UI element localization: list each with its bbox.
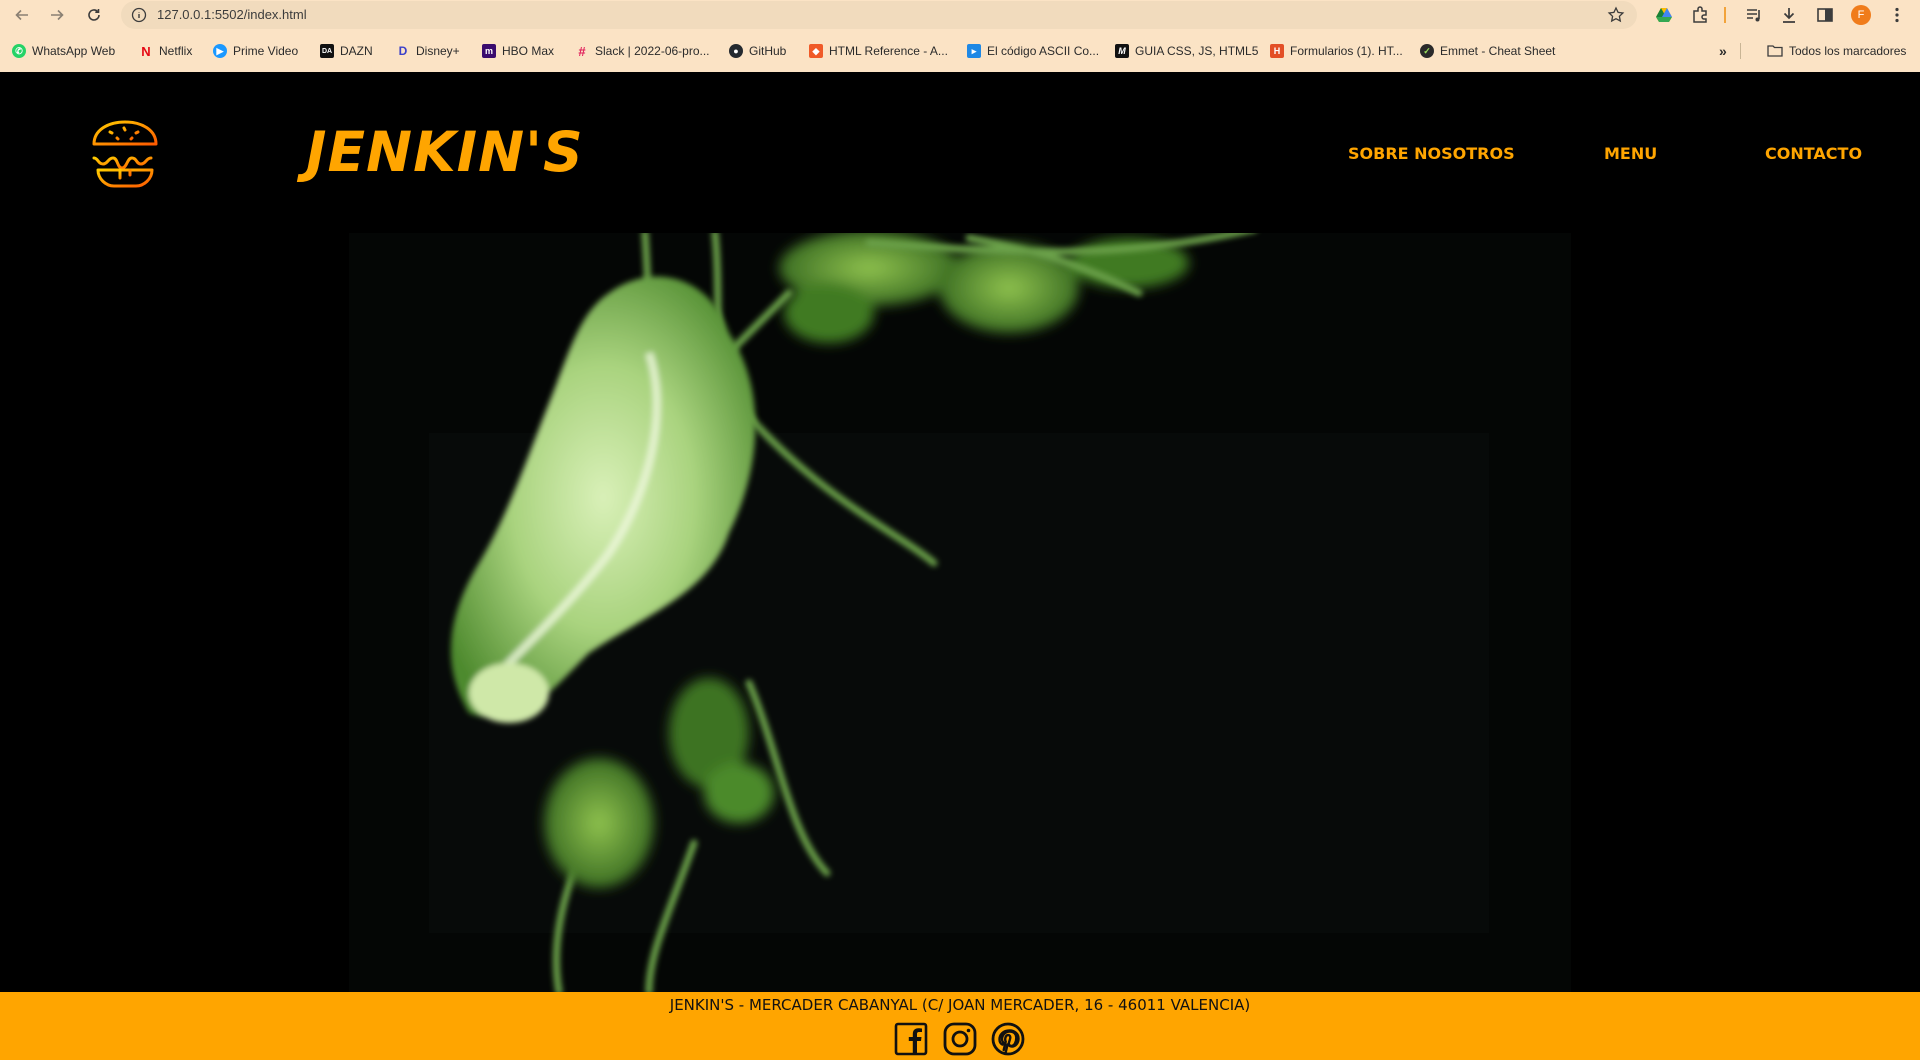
kebab-menu-icon (1895, 7, 1899, 23)
bookmark-label: Disney+ (416, 44, 460, 58)
toolbar-separator (1724, 7, 1726, 23)
guia-icon: M (1115, 44, 1129, 58)
more-bookmarks-button[interactable]: » (1719, 42, 1727, 60)
bookmark-guia[interactable]: M GUIA CSS, JS, HTML5 (1115, 42, 1258, 60)
bookmark-disney[interactable]: D Disney+ (396, 42, 460, 60)
ascii-icon: ▸ (967, 44, 981, 58)
bookmark-label: Formularios (1). HT... (1290, 44, 1403, 58)
browser-chrome: 127.0.0.1:5502/index.html F ✆ WhatsApp We… (0, 0, 1920, 72)
burger-logo-icon[interactable] (86, 114, 164, 192)
hero-video[interactable] (349, 233, 1571, 992)
site-info-icon[interactable] (131, 7, 147, 23)
netflix-icon: N (141, 43, 151, 59)
disney-icon: D (398, 44, 408, 58)
bookmarks-bar: ✆ WhatsApp Web N Netflix ▶ Prime Video DA DA… (0, 38, 1920, 64)
media-controls-icon[interactable] (1744, 5, 1764, 25)
url-text[interactable]: 127.0.0.1:5502/index.html (157, 7, 307, 22)
reload-button[interactable] (83, 4, 105, 26)
bookmark-label: HBO Max (502, 44, 555, 58)
bookmark-prime-video[interactable]: ▶ Prime Video (213, 42, 298, 60)
side-panel-icon[interactable] (1815, 5, 1835, 25)
forward-arrow-icon (51, 9, 64, 21)
bookmark-html-reference[interactable]: ◆ HTML Reference - A... (809, 42, 948, 60)
emmet-icon: ✓ (1420, 44, 1434, 58)
pinterest-icon[interactable] (991, 1022, 1025, 1056)
bookmark-label: Slack | 2022-06-pro... (595, 44, 710, 58)
bookmark-label: GitHub (749, 44, 787, 58)
github-icon: ● (729, 44, 743, 58)
bookmark-label: Prime Video (233, 44, 299, 58)
bookmark-label: HTML Reference - A... (829, 44, 948, 58)
web-page: JENKIN'S SOBRE NOSOTROS MENU CONTACTO JE… (0, 72, 1920, 1060)
hbo-max-icon: m (482, 44, 496, 58)
back-arrow-icon (15, 9, 28, 21)
bookmark-label: GUIA CSS, JS, HTML5 (1135, 44, 1259, 58)
downloads-icon[interactable] (1779, 5, 1799, 25)
bookmark-label: DAZN (340, 44, 373, 58)
extensions-icon[interactable] (1690, 5, 1710, 25)
bookmark-ascii[interactable]: ▸ El código ASCII Co... (967, 42, 1099, 60)
html-reference-icon: ◆ (809, 44, 823, 58)
site-footer: JENKIN'S - MERCADER CABANYAL (C/ JOAN ME… (0, 992, 1920, 1060)
prime-video-icon: ▶ (213, 44, 227, 58)
brand-title[interactable]: JENKIN'S (306, 120, 584, 184)
browser-toolbar: 127.0.0.1:5502/index.html F (0, 0, 1920, 30)
bookmarks-separator (1740, 43, 1741, 59)
bookmark-label: El código ASCII Co... (987, 44, 1100, 58)
bookmark-label: WhatsApp Web (32, 44, 116, 58)
reload-icon (88, 9, 100, 21)
chevron-double-right-icon: » (1719, 43, 1727, 59)
profile-avatar[interactable]: F (1851, 5, 1871, 25)
all-bookmarks-button[interactable]: Todos los marcadores (1767, 42, 1906, 60)
nav-menu[interactable]: MENU (1604, 144, 1657, 163)
bookmark-star-icon[interactable] (1607, 6, 1625, 24)
browser-menu-button[interactable] (1889, 4, 1905, 26)
slack-icon: # (578, 43, 586, 59)
facebook-icon[interactable] (894, 1022, 928, 1056)
back-button[interactable] (11, 4, 33, 26)
bookmark-github[interactable]: ● GitHub (729, 42, 786, 60)
bookmark-slack[interactable]: # Slack | 2022-06-pro... (575, 42, 710, 60)
bookmark-formularios[interactable]: H Formularios (1). HT... (1270, 42, 1403, 60)
instagram-icon[interactable] (943, 1022, 977, 1056)
footer-address: JENKIN'S - MERCADER CABANYAL (C/ JOAN ME… (669, 996, 1251, 1014)
bookmark-label: Emmet - Cheat Sheet (1440, 44, 1556, 58)
formularios-icon: H (1270, 44, 1284, 58)
whatsapp-icon: ✆ (12, 44, 26, 58)
bookmark-dazn[interactable]: DA DAZN (320, 42, 373, 60)
nav-contacto[interactable]: CONTACTO (1765, 144, 1862, 163)
folder-icon (1767, 45, 1783, 57)
all-bookmarks-label: Todos los marcadores (1789, 44, 1907, 58)
dazn-icon: DA (320, 44, 334, 58)
bookmark-netflix[interactable]: N Netflix (139, 42, 192, 60)
forward-button[interactable] (46, 4, 68, 26)
bookmark-whatsapp[interactable]: ✆ WhatsApp Web (12, 42, 115, 60)
bookmark-emmet[interactable]: ✓ Emmet - Cheat Sheet (1420, 42, 1555, 60)
hero-video-frame (349, 233, 1571, 992)
bookmark-hbo-max[interactable]: m HBO Max (482, 42, 554, 60)
bookmark-label: Netflix (159, 44, 193, 58)
google-drive-icon[interactable] (1654, 5, 1674, 25)
address-bar[interactable]: 127.0.0.1:5502/index.html (121, 1, 1637, 29)
nav-sobre-nosotros[interactable]: SOBRE NOSOTROS (1348, 144, 1515, 163)
